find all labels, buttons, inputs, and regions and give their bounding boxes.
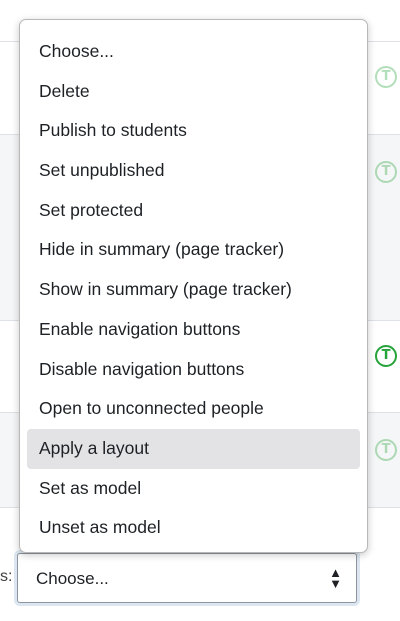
option-delete[interactable]: Delete (27, 72, 360, 112)
select-caret-icon: ▲ ▼ (329, 566, 342, 591)
option-set-as-model[interactable]: Set as model (27, 469, 360, 509)
option-publish-to-students[interactable]: Publish to students (27, 111, 360, 151)
caret-down-icon: ▼ (329, 576, 342, 591)
protected-status-icon[interactable]: T (375, 439, 397, 461)
option-unset-as-model[interactable]: Unset as model (27, 508, 360, 548)
bulk-action-label: s: (0, 568, 13, 585)
option-hide-in-summary[interactable]: Hide in summary (page tracker) (27, 230, 360, 270)
option-apply-a-layout[interactable]: Apply a layout (27, 428, 360, 469)
bulk-action-select-value: Choose... (36, 569, 109, 588)
option-disable-navigation-buttons[interactable]: Disable navigation buttons (27, 350, 360, 390)
bulk-action-select[interactable]: Choose... ▲ ▼ (17, 553, 357, 603)
option-set-protected[interactable]: Set protected (27, 191, 360, 231)
option-set-unpublished[interactable]: Set unpublished (27, 151, 360, 191)
option-show-in-summary[interactable]: Show in summary (page tracker) (27, 270, 360, 310)
option-enable-navigation-buttons[interactable]: Enable navigation buttons (27, 310, 360, 350)
option-open-to-unconnected-people[interactable]: Open to unconnected people (27, 389, 360, 429)
protected-status-icon[interactable]: T (375, 345, 397, 367)
protected-status-icon[interactable]: T (375, 66, 397, 88)
bulk-action-dropdown-menu: Choose... Delete Publish to students Set… (19, 19, 368, 553)
option-choose[interactable]: Choose... (27, 32, 360, 72)
protected-status-icon[interactable]: T (375, 161, 397, 183)
